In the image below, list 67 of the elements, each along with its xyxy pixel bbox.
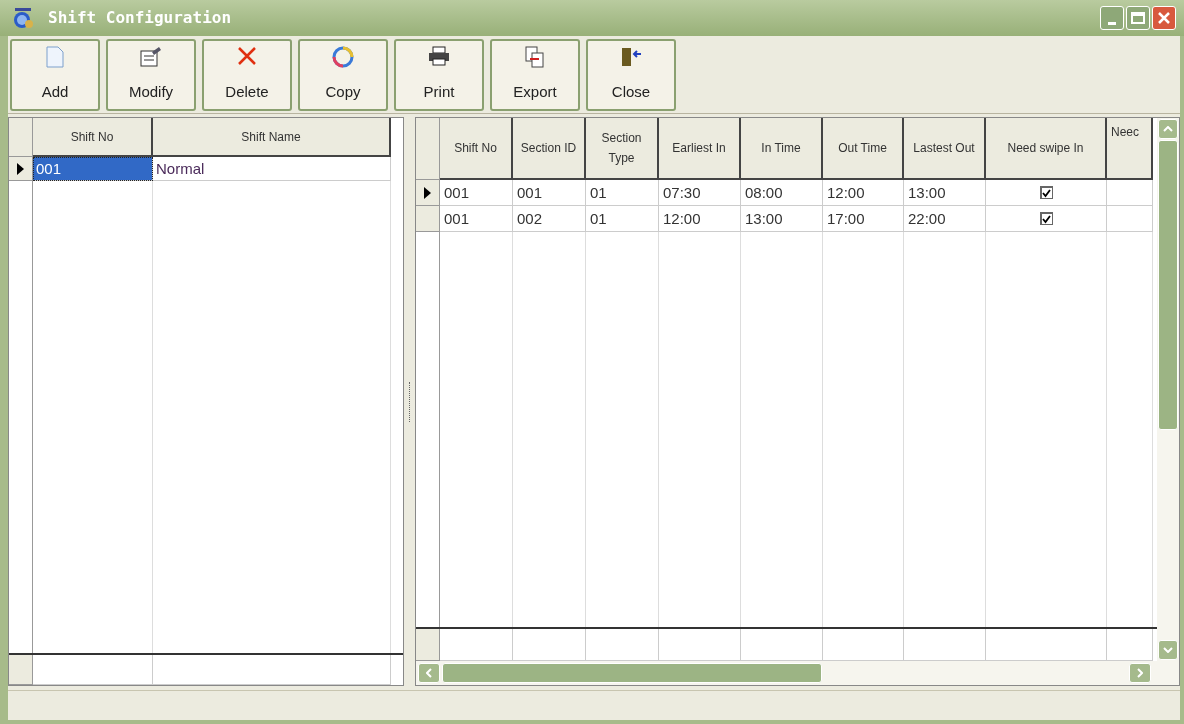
scroll-left-button[interactable] — [418, 663, 440, 683]
circular-arrows-icon — [332, 45, 354, 68]
table-cell: 17:00 — [823, 206, 904, 232]
documents-icon — [525, 45, 545, 68]
close-icon — [1157, 11, 1171, 25]
caret-right-icon — [1137, 668, 1143, 678]
minimize-button[interactable] — [1100, 6, 1124, 30]
row-indicator[interactable] — [9, 157, 33, 181]
table-cell: 13:00 — [904, 180, 986, 206]
table-cell: 01 — [586, 206, 659, 232]
column-header[interactable]: In Time — [741, 118, 823, 180]
row-pointer-icon — [17, 162, 24, 175]
column-header[interactable]: Section Type — [586, 118, 659, 180]
column-header[interactable]: Earliest In — [659, 118, 741, 180]
door-icon — [620, 45, 642, 68]
maximize-icon — [1131, 12, 1145, 24]
minimize-icon — [1108, 22, 1116, 25]
column-header[interactable]: Lastest Out — [904, 118, 986, 180]
table-cell: 001 — [513, 180, 586, 206]
row-indicator[interactable] — [416, 180, 440, 206]
table-cell: 07:30 — [659, 180, 741, 206]
column-header[interactable]: Neec — [1107, 118, 1153, 180]
window-title: Shift Configuration — [48, 7, 232, 29]
column-header[interactable]: Need swipe In — [986, 118, 1107, 180]
toolbar-button[interactable]: Copy — [298, 38, 388, 111]
toolbar-button[interactable]: Export — [490, 38, 580, 111]
checkbox[interactable] — [1039, 212, 1053, 225]
table-cell: 08:00 — [741, 180, 823, 206]
column-header[interactable]: Shift No — [33, 118, 153, 157]
scroll-thumb[interactable] — [1158, 140, 1178, 430]
maximize-button[interactable] — [1126, 6, 1150, 30]
toolbar-button[interactable]: Close — [586, 38, 676, 111]
table-cell: 002 — [513, 206, 586, 232]
table-cell: 13:00 — [741, 206, 823, 232]
scroll-up-button[interactable] — [1158, 119, 1178, 139]
table-cell: 12:00 — [659, 206, 741, 232]
toolbar-button[interactable]: Add — [10, 38, 100, 111]
scroll-thumb[interactable] — [442, 663, 822, 683]
printer-icon — [428, 45, 450, 66]
table-cell[interactable]: 001 — [33, 157, 153, 181]
toolbar-button[interactable]: Modify — [106, 38, 196, 111]
toolbar-button[interactable]: Delete — [202, 38, 292, 111]
column-header[interactable]: Out Time — [823, 118, 904, 180]
x-icon — [237, 45, 257, 66]
column-header[interactable]: Shift Name — [153, 118, 391, 157]
scroll-down-button[interactable] — [1158, 640, 1178, 660]
table-cell: 22:00 — [904, 206, 986, 232]
document-icon — [46, 45, 64, 68]
caret-up-icon — [1163, 126, 1173, 132]
close-button[interactable] — [1152, 6, 1176, 30]
column-header[interactable]: Shift No — [440, 118, 513, 180]
checkbox[interactable] — [1039, 186, 1053, 199]
clock-icon — [12, 7, 34, 29]
caret-down-icon — [1163, 647, 1173, 653]
table-cell: 001 — [440, 206, 513, 232]
column-header[interactable]: Section ID — [513, 118, 586, 180]
splitter-grip[interactable] — [408, 381, 411, 422]
edit-form-icon — [140, 45, 162, 68]
toolbar-button[interactable]: Print — [394, 38, 484, 111]
vertical-scrollbar[interactable] — [1157, 118, 1179, 661]
table-cell[interactable]: Normal — [153, 157, 391, 181]
table-cell: 12:00 — [823, 180, 904, 206]
horizontal-scrollbar[interactable] — [416, 661, 1179, 685]
scroll-right-button[interactable] — [1129, 663, 1151, 683]
caret-left-icon — [426, 668, 432, 678]
table-cell: 01 — [586, 180, 659, 206]
table-cell: 001 — [440, 180, 513, 206]
